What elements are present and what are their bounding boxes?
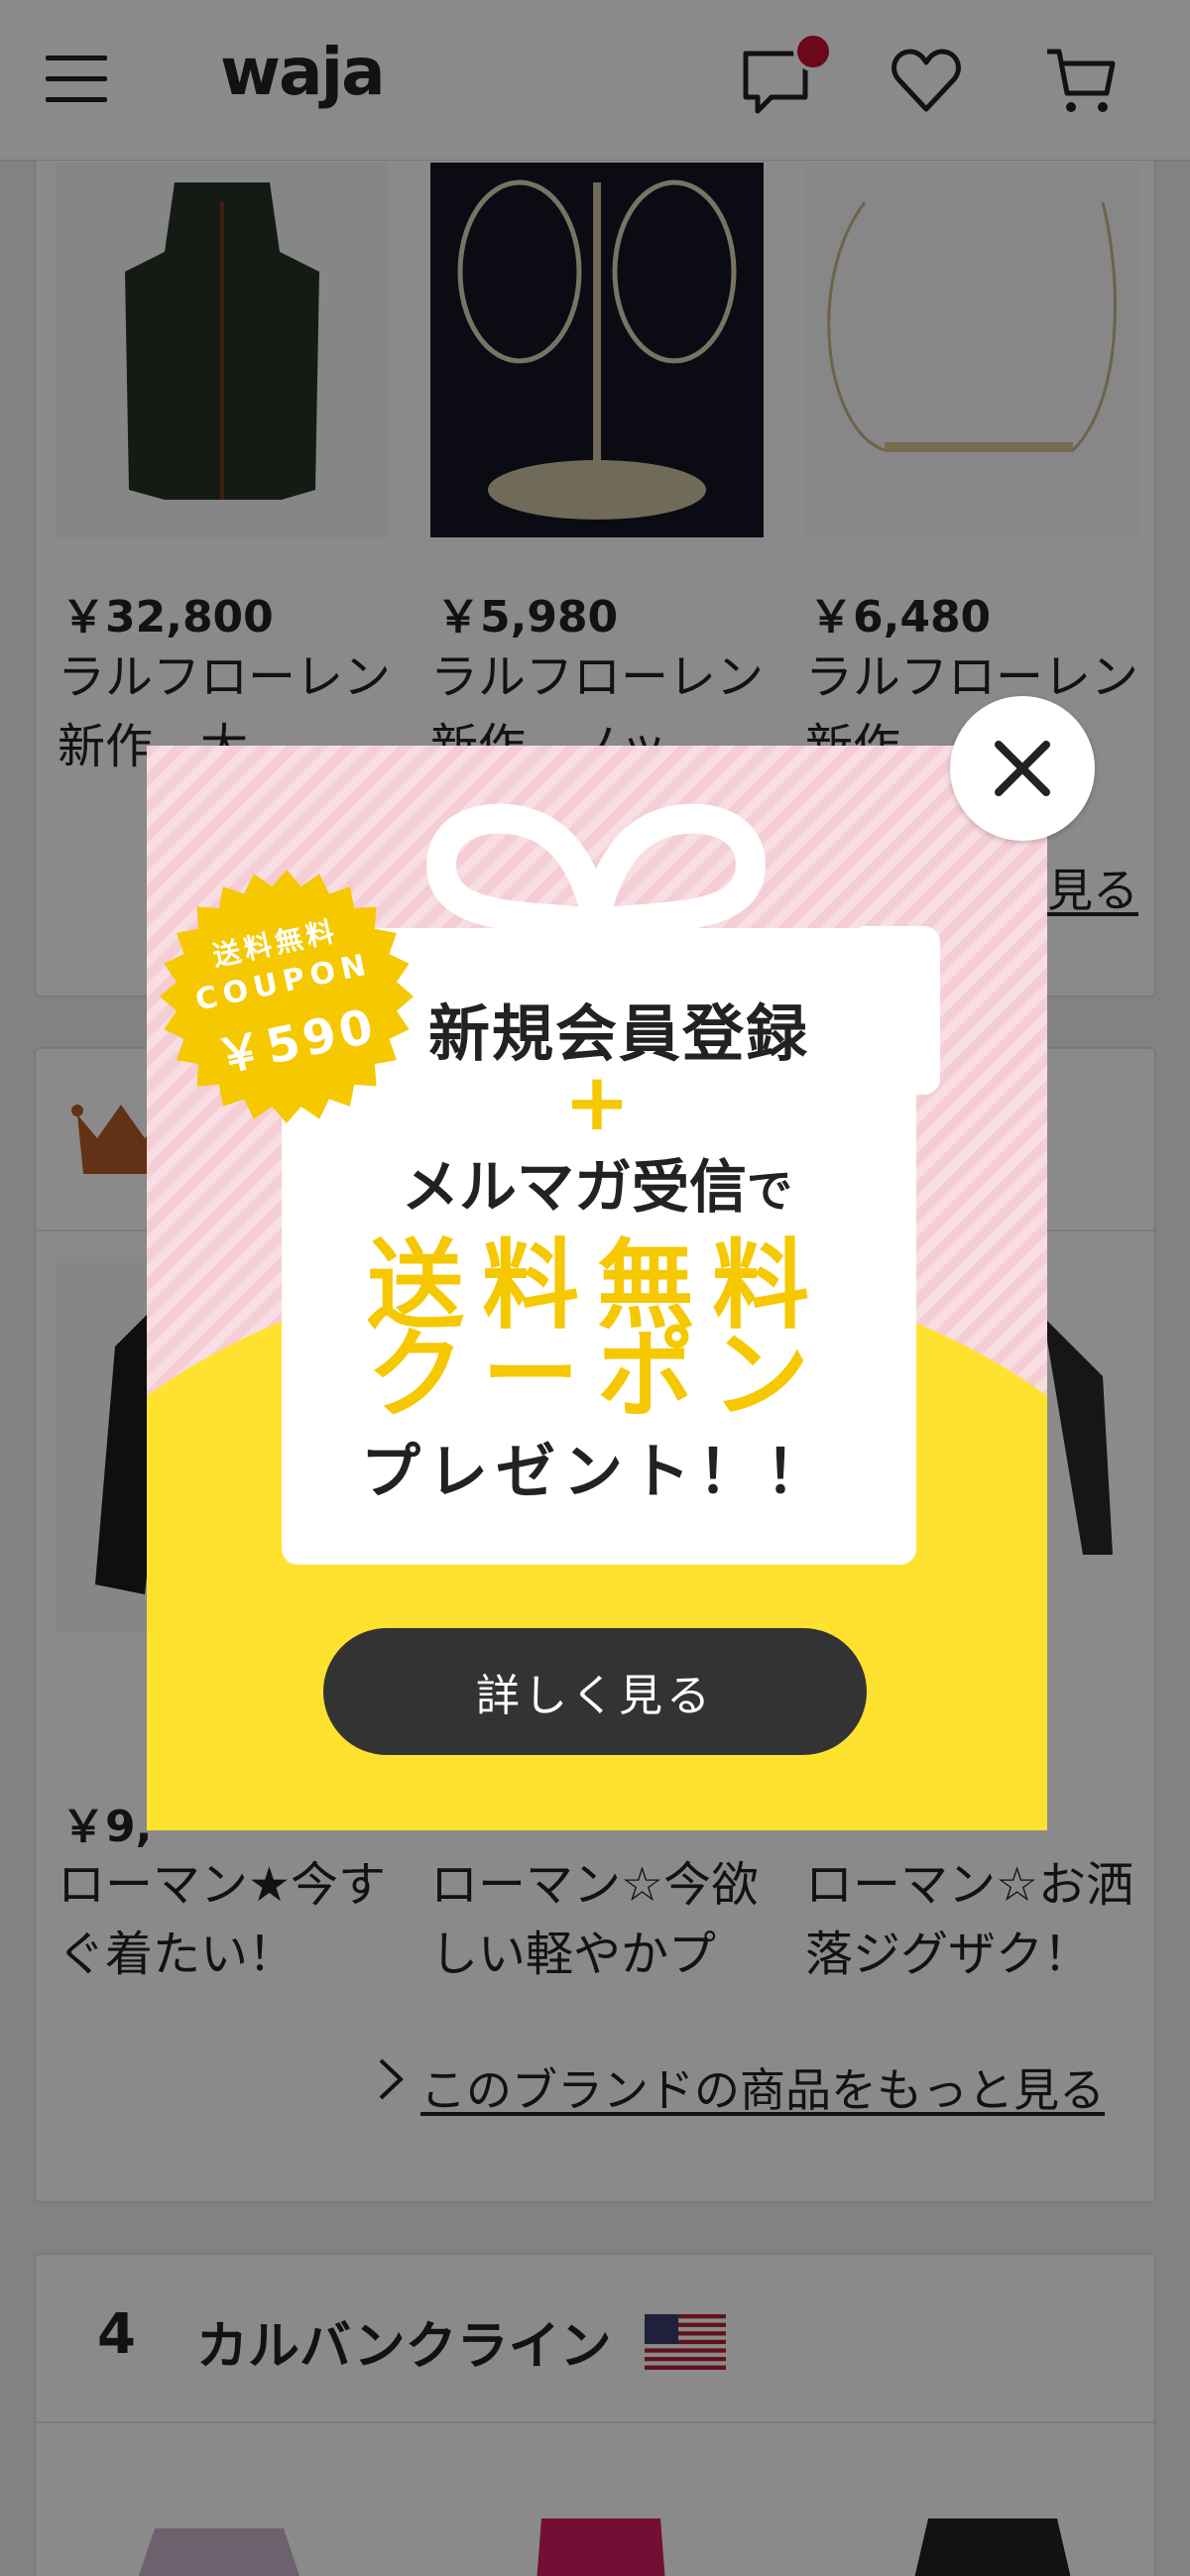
plus-sign: + [563,1056,631,1148]
details-button[interactable]: 詳しく見る [323,1628,867,1755]
present-text: プレゼント！！ [361,1438,833,1507]
headline-newsletter-main: メルマガ受信 [401,1153,747,1221]
gift-ribbon-icon [426,803,766,934]
headline-newsletter-suffix: で [747,1164,792,1218]
close-icon [995,741,1050,796]
headline-newsletter: メルマガ受信で [147,1140,1047,1224]
close-modal-button[interactable] [950,696,1095,841]
signup-promo-modal: 送料無料 COUPON ￥590 新規会員登録 + メルマガ受信で 送料無料 ク… [147,746,1047,1830]
coupon-text: クーポン [366,1319,827,1432]
